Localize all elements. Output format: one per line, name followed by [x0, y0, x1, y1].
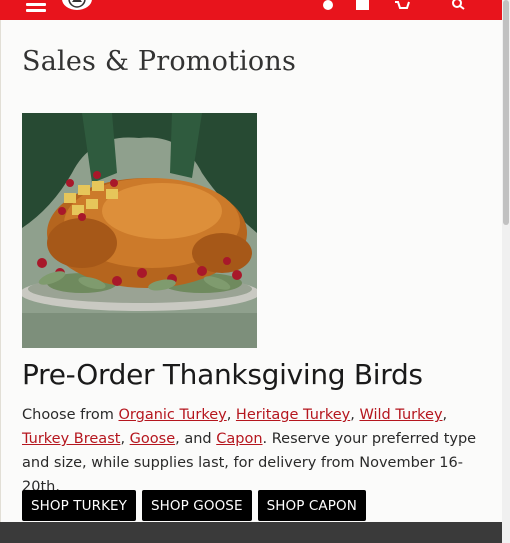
turkey-image[interactable]	[22, 113, 257, 348]
shop-buttons: SHOP TURKEY SHOP GOOSE SHOP CAPON	[22, 490, 366, 521]
shop-turkey-button[interactable]: SHOP TURKEY	[22, 490, 137, 521]
account-icon[interactable]	[322, 0, 334, 12]
shop-goose-button[interactable]: SHOP GOOSE	[142, 490, 252, 521]
scrollbar[interactable]	[502, 0, 510, 543]
desc-separator: ,	[120, 431, 130, 447]
promo-title: Pre-Order Thanksgiving Birds	[22, 358, 423, 391]
document-icon[interactable]	[355, 0, 370, 12]
link-turkey-breast[interactable]: Turkey Breast	[22, 431, 120, 447]
promo-description: Choose from Organic Turkey, Heritage Tur…	[22, 403, 492, 499]
page-title: Sales & Promotions	[22, 46, 297, 77]
shop-capon-button[interactable]: SHOP CAPON	[257, 490, 366, 521]
footer-bar	[0, 522, 502, 543]
search-icon[interactable]	[452, 0, 466, 12]
desc-separator: , and	[175, 431, 217, 447]
top-header	[0, 0, 502, 20]
link-heritage-turkey[interactable]: Heritage Turkey	[236, 407, 350, 423]
link-capon[interactable]: Capon	[216, 431, 262, 447]
link-goose[interactable]: Goose	[130, 431, 175, 447]
link-wild-turkey[interactable]: Wild Turkey	[359, 407, 442, 423]
desc-separator: ,	[226, 407, 236, 423]
scrollbar-thumb[interactable]	[503, 0, 509, 225]
menu-icon[interactable]	[26, 0, 46, 12]
desc-separator: ,	[442, 407, 448, 423]
cart-icon[interactable]	[394, 0, 410, 12]
logo[interactable]	[62, 0, 92, 10]
link-organic-turkey[interactable]: Organic Turkey	[119, 407, 227, 423]
main-content: Sales & Promotions Pre-Order Thanksgivin…	[0, 20, 502, 522]
desc-text: Choose from	[22, 407, 119, 423]
